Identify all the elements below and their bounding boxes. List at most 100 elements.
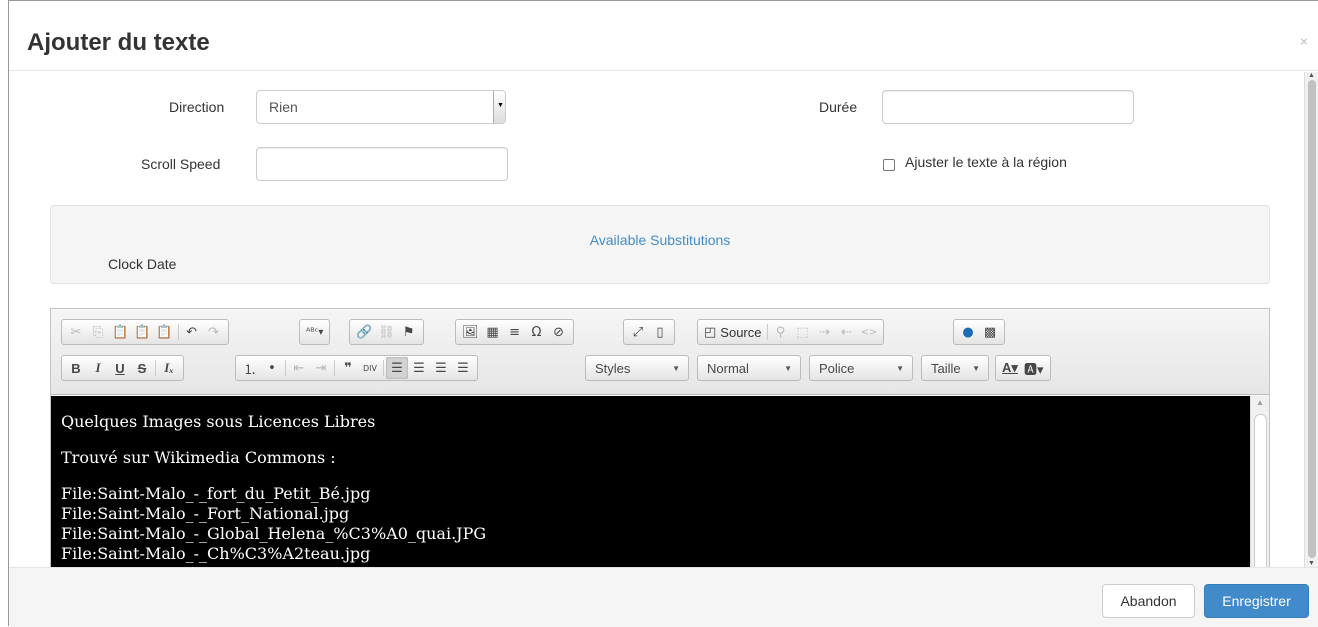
source-label: Source bbox=[720, 324, 762, 340]
scroll-thumb[interactable] bbox=[1254, 414, 1267, 567]
table-icon[interactable]: ▦ bbox=[482, 321, 504, 343]
cancel-button[interactable]: Abandon bbox=[1102, 584, 1195, 618]
scroll-speed-input[interactable] bbox=[256, 147, 508, 181]
modal-footer: Abandon Enregistrer bbox=[9, 567, 1318, 627]
special-char-icon[interactable]: Ω bbox=[526, 321, 548, 343]
basic-styles-group: B I U S Iₓ bbox=[61, 355, 184, 381]
chevron-down-icon: ▼ bbox=[672, 364, 680, 373]
close-icon[interactable]: × bbox=[1300, 33, 1308, 49]
font-dropdown[interactable]: Police ▼ bbox=[809, 355, 913, 381]
modal-header: Ajouter du texte × bbox=[9, 1, 1318, 71]
separator bbox=[177, 324, 179, 340]
cut-icon[interactable]: ✂ bbox=[65, 321, 87, 343]
clipboard-group: ✂ ⎘ 📋 📋 📋 ↶ ↷ bbox=[61, 319, 229, 345]
underline-button[interactable]: U bbox=[109, 357, 131, 379]
bold-button[interactable]: B bbox=[65, 357, 87, 379]
separator bbox=[766, 324, 768, 340]
color-group: A▾ 🅰▾ bbox=[995, 355, 1051, 381]
unlink-icon[interactable]: ⛓ bbox=[375, 321, 398, 343]
direction-select-value: Rien bbox=[269, 99, 298, 115]
size-dropdown[interactable]: Taille ▼ bbox=[921, 355, 989, 381]
spellcheck-group: ᴬᴮᶜ▾ bbox=[299, 319, 331, 345]
scroll-up-icon[interactable]: ▲ bbox=[1308, 72, 1315, 79]
editor-content-area[interactable]: Quelques Images sous Licences Libres Tro… bbox=[51, 396, 1251, 567]
fit-text-checkbox[interactable] bbox=[883, 159, 895, 171]
chevron-down-icon: ▼ bbox=[497, 102, 504, 109]
direction-label: Direction bbox=[169, 99, 225, 115]
editor-toolbar: ✂ ⎘ 📋 📋 📋 ↶ ↷ ᴬᴮᶜ▾ 🔗 ⛓ ⚑ 🖼 ▦ ≡ Ω ⊘ ⤢ ▯ ◰… bbox=[51, 309, 1269, 395]
paste-word-icon[interactable]: 📋 bbox=[153, 321, 175, 343]
remove-format-icon[interactable]: Iₓ bbox=[158, 357, 180, 379]
duration-input[interactable] bbox=[882, 90, 1134, 124]
horizontal-line-icon[interactable]: ≡ bbox=[504, 321, 526, 343]
chevron-down-icon: ▼ bbox=[972, 364, 980, 373]
justify-icon[interactable]: ☰ bbox=[452, 357, 474, 379]
modal-body: Direction Rien ▼ Durée Scroll Speed Ajus… bbox=[9, 72, 1305, 567]
substitutions-panel: Available Substitutions Clock Date bbox=[50, 205, 1270, 284]
indent-icon[interactable]: ⇥ bbox=[310, 357, 332, 379]
chevron-down-icon: ▼ bbox=[784, 364, 792, 373]
save-button[interactable]: Enregistrer bbox=[1204, 584, 1309, 618]
styles-dropdown[interactable]: Styles ▼ bbox=[585, 355, 689, 381]
div-container-icon[interactable]: DIV bbox=[359, 357, 381, 379]
add-text-modal: Ajouter du texte × Direction Rien ▼ Duré… bbox=[8, 0, 1318, 627]
right-to-left-icon[interactable]: ⇠ bbox=[836, 321, 858, 343]
undo-icon[interactable]: ↶ bbox=[181, 321, 203, 343]
select-all-icon[interactable]: ⬚ bbox=[792, 321, 814, 343]
redo-icon[interactable]: ↷ bbox=[203, 321, 225, 343]
background-color-icon[interactable]: 🅰▾ bbox=[1021, 357, 1047, 379]
links-group: 🔗 ⛓ ⚑ bbox=[349, 319, 424, 345]
italic-button[interactable]: I bbox=[87, 357, 109, 379]
substitution-item-clock-date[interactable]: Clock Date bbox=[108, 256, 176, 272]
anchor-flag-icon[interactable]: ⚑ bbox=[398, 321, 420, 343]
scroll-up-icon[interactable]: ▲ bbox=[1256, 398, 1264, 407]
modal-scrollbar[interactable]: ▲ ▼ bbox=[1304, 72, 1318, 567]
separator bbox=[383, 360, 384, 376]
source-icon: ◰ bbox=[704, 324, 717, 340]
spellcheck-icon[interactable]: ᴬᴮᶜ▾ bbox=[303, 321, 326, 343]
fit-text-label[interactable]: Ajuster le texte à la région bbox=[905, 154, 1067, 170]
code-icon[interactable]: <> bbox=[858, 321, 881, 343]
font-label: Police bbox=[819, 361, 855, 376]
duration-label: Durée bbox=[819, 99, 858, 115]
file-list: File:Saint-Malo_-_fort_du_Petit_Bé.jpg F… bbox=[61, 484, 1241, 564]
left-to-right-icon[interactable]: ⇢ bbox=[814, 321, 836, 343]
paste-text-icon[interactable]: 📋 bbox=[131, 321, 153, 343]
show-blocks-icon[interactable]: ▯ bbox=[649, 321, 671, 343]
align-left-icon[interactable]: ☰ bbox=[386, 357, 408, 379]
bulleted-list-icon[interactable]: • bbox=[261, 357, 283, 379]
format-dropdown[interactable]: Normal ▼ bbox=[697, 355, 801, 381]
outdent-icon[interactable]: ⇤ bbox=[288, 357, 310, 379]
paragraph-group: ⒈ • ⇤ ⇥ ❞ DIV ☰ ☰ ☰ ☰ bbox=[235, 355, 478, 381]
scroll-speed-label: Scroll Speed bbox=[141, 156, 221, 172]
qr-code-icon[interactable]: ▩ bbox=[979, 321, 1001, 343]
scroll-thumb[interactable] bbox=[1308, 80, 1316, 558]
editor-scrollbar[interactable]: ▲ bbox=[1250, 396, 1269, 567]
align-right-icon[interactable]: ☰ bbox=[430, 357, 452, 379]
paste-icon[interactable]: 📋 bbox=[109, 321, 131, 343]
globe-icon[interactable]: ● bbox=[957, 321, 979, 343]
iframe-icon[interactable]: ⊘ bbox=[548, 321, 570, 343]
maximize-icon[interactable]: ⤢ bbox=[627, 321, 649, 343]
source-button[interactable]: ◰ Source bbox=[701, 321, 765, 343]
separator bbox=[334, 360, 335, 376]
direction-select[interactable]: Rien ▼ bbox=[256, 90, 506, 124]
list-item: File:Saint-Malo_-_Global_Helena_%C3%A0_q… bbox=[61, 524, 487, 543]
insert-group: 🖼 ▦ ≡ Ω ⊘ bbox=[455, 319, 574, 345]
copy-icon[interactable]: ⎘ bbox=[87, 321, 109, 343]
link-icon[interactable]: 🔗 bbox=[353, 321, 375, 343]
format-label: Normal bbox=[707, 361, 749, 376]
numbered-list-icon[interactable]: ⒈ bbox=[239, 357, 261, 379]
scroll-down-icon[interactable]: ▼ bbox=[1308, 560, 1315, 567]
blockquote-icon[interactable]: ❞ bbox=[337, 357, 359, 379]
extras-group: ● ▩ bbox=[953, 319, 1005, 345]
image-icon[interactable]: 🖼 bbox=[459, 321, 482, 343]
align-center-icon[interactable]: ☰ bbox=[408, 357, 430, 379]
find-icon[interactable]: ⚲ bbox=[770, 321, 792, 343]
available-substitutions-link[interactable]: Available Substitutions bbox=[51, 232, 1269, 248]
strikethrough-button[interactable]: S bbox=[131, 357, 153, 379]
text-color-icon[interactable]: A▾ bbox=[999, 357, 1021, 379]
list-item: File:Saint-Malo_-_Fort_National.jpg bbox=[61, 504, 350, 523]
styles-label: Styles bbox=[595, 361, 631, 376]
content-heading: Quelques Images sous Licences Libres bbox=[61, 412, 376, 431]
